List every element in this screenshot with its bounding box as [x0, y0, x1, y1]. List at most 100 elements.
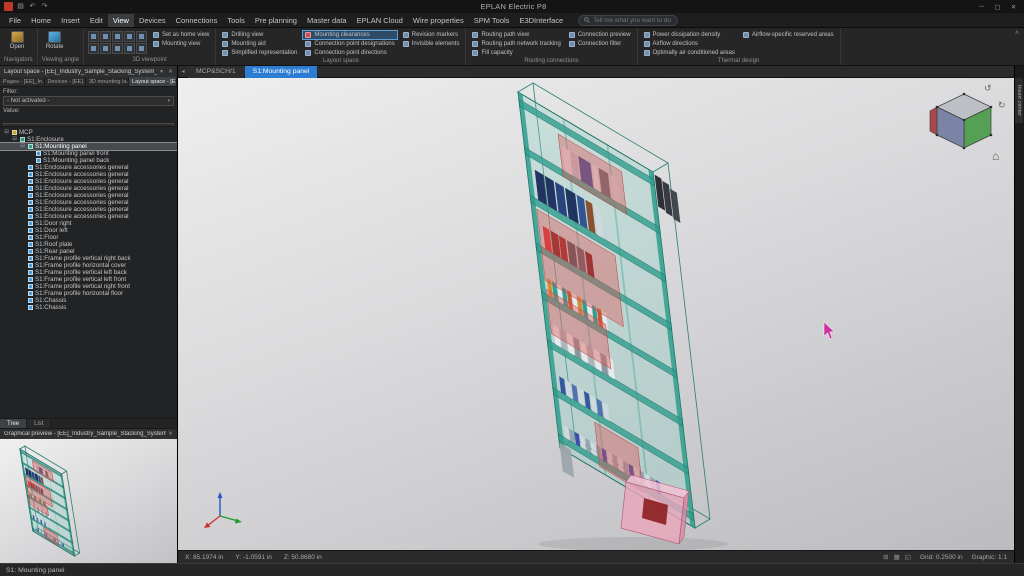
tree-item-s1-rear-panel[interactable]: S1:Rear panel: [0, 248, 177, 255]
save-icon[interactable]: ▤: [16, 2, 25, 11]
viewpoint-back-button[interactable]: [100, 31, 111, 42]
navigator-tab-3d-mounting-la[interactable]: 3D mounting la...: [86, 77, 129, 86]
ribbon-button-routing-path-view[interactable]: Routing path view: [470, 31, 562, 39]
panel-menu-icon[interactable]: ▾: [157, 69, 166, 75]
menu-e3dinterface[interactable]: E3DInterface: [514, 14, 568, 27]
navigator-list-tab[interactable]: List: [27, 419, 51, 428]
viewpoint-left-button[interactable]: [112, 31, 123, 42]
ribbon-button-set-as-home-view[interactable]: Set as home view: [151, 31, 211, 39]
ribbon-button-mounting-aid[interactable]: Mounting aid: [220, 40, 299, 48]
ribbon-button-fill-capacity[interactable]: Fill capacity: [470, 49, 562, 57]
insert-center-tab[interactable]: Insert center: [1015, 78, 1023, 123]
coordinate-input-icon[interactable]: ◱: [905, 553, 911, 561]
close-button[interactable]: ✕: [1006, 3, 1021, 11]
tree-item-s1-enclosure-accessories-general[interactable]: S1:Enclosure accessories general: [0, 213, 177, 220]
viewpoint-bottom-button[interactable]: [88, 43, 99, 54]
tree-item-s1-enclosure[interactable]: ⊟S1:Enclosure: [0, 136, 177, 143]
viewpoint-top-button[interactable]: [136, 31, 147, 42]
collapse-toggle-icon[interactable]: ⊟: [11, 136, 18, 143]
menu-spm-tools[interactable]: SPM Tools: [469, 14, 515, 27]
ribbon-button-airflow-directions[interactable]: Airflow directions: [642, 40, 737, 48]
menu-connections[interactable]: Connections: [171, 14, 223, 27]
document-tab-mcp-sch-1[interactable]: MCP&SCH/1: [188, 66, 244, 78]
tree-item-s1-roof-plate[interactable]: S1:Roof plate: [0, 241, 177, 248]
menu-view[interactable]: View: [108, 14, 134, 27]
document-tab-s1-mounting-panel[interactable]: S1:Mounting panel: [245, 66, 318, 78]
tree-item-s1-enclosure-accessories-general[interactable]: S1:Enclosure accessories general: [0, 185, 177, 192]
ribbon-button-connection-filter[interactable]: Connection filter: [567, 40, 633, 48]
navigator-tab-pages-ee-in[interactable]: Pages - [EE]_In...: [0, 77, 45, 86]
menu-devices[interactable]: Devices: [134, 14, 171, 27]
ribbon-button-drilling-view[interactable]: Drilling view: [220, 31, 299, 39]
viewpoint-iso-front-left-button[interactable]: [100, 43, 111, 54]
menu-insert[interactable]: Insert: [56, 14, 85, 27]
tree-item-s1-frame-profile-vertical-right-back[interactable]: S1:Frame profile vertical right back: [0, 255, 177, 262]
ribbon-button-connection-point-designations[interactable]: Connection point designations: [303, 40, 396, 48]
tree-item-s1-door-left[interactable]: S1:Door left: [0, 227, 177, 234]
tree-item-s1-frame-profile-vertical-left-back[interactable]: S1:Frame profile vertical left back: [0, 269, 177, 276]
tree-item-s1-door-right[interactable]: S1:Door right: [0, 220, 177, 227]
ribbon-button-power-dissipation-density[interactable]: Power dissipation density: [642, 31, 737, 39]
menu-tools[interactable]: Tools: [222, 14, 250, 27]
tree-item-s1-chassis[interactable]: S1:Chassis: [0, 297, 177, 304]
filter-select[interactable]: - Not activated - ▾: [3, 96, 174, 106]
3d-viewport[interactable]: ↺ ↻ ⌂: [178, 78, 1014, 550]
navigator-tab-layout-space-e[interactable]: Layout space - [E...: [129, 77, 177, 86]
ribbon-button-invisible-elements[interactable]: Invisible elements: [401, 40, 462, 48]
menu-file[interactable]: File: [4, 14, 26, 27]
tree-item-s1-enclosure-accessories-general[interactable]: S1:Enclosure accessories general: [0, 192, 177, 199]
tree-item-s1-enclosure-accessories-general[interactable]: S1:Enclosure accessories general: [0, 206, 177, 213]
collapse-ribbon-button[interactable]: ˄: [1010, 28, 1024, 65]
ribbon-button-mounting-view[interactable]: Mounting view: [151, 40, 211, 48]
tree-item-s1-frame-profile-horizontal-floor[interactable]: S1:Frame profile horizontal floor: [0, 290, 177, 297]
ribbon-button-mounting-clearances[interactable]: Mounting clearances: [303, 31, 396, 39]
viewpoint-iso-back-right-button[interactable]: [136, 43, 147, 54]
ribbon-button-revision-markers[interactable]: Revision markers: [401, 31, 462, 39]
navigator-tab-devices-ee[interactable]: Devices - [EE]...: [45, 77, 86, 86]
tree-item-s1-enclosure-accessories-general[interactable]: S1:Enclosure accessories general: [0, 178, 177, 185]
rotate-cw-icon[interactable]: ↻: [998, 100, 1006, 110]
ribbon-button-rotate[interactable]: Rotate: [42, 29, 68, 50]
menu-eplan-cloud[interactable]: EPLAN Cloud: [352, 14, 408, 27]
undo-icon[interactable]: ↶: [28, 2, 37, 11]
grid-size-indicator[interactable]: Grid: 0.2500 in: [920, 554, 963, 561]
view-cube-red-face[interactable]: [930, 107, 937, 135]
tree-item-s1-floor[interactable]: S1:Floor: [0, 234, 177, 241]
3d-viewport-canvas[interactable]: ↺ ↻ ⌂: [178, 78, 1014, 550]
viewpoint-front-button[interactable]: [88, 31, 99, 42]
search-input[interactable]: [593, 17, 672, 24]
ribbon-button-airflow-specific-reserved-areas[interactable]: Airflow-specific reserved areas: [741, 31, 836, 39]
tree-item-s1-frame-profile-vertical-left-front[interactable]: S1:Frame profile vertical left front: [0, 276, 177, 283]
tree-item-s1-mounting-panel-front[interactable]: S1:Mounting panel front: [0, 150, 177, 157]
menu-master-data[interactable]: Master data: [302, 14, 352, 27]
rotate-ccw-icon[interactable]: ↺: [984, 83, 992, 93]
menu-home[interactable]: Home: [26, 14, 56, 27]
panel-close-icon[interactable]: ✕: [166, 69, 175, 75]
preview-close-icon[interactable]: ✕: [166, 431, 175, 437]
tree-item-s1-enclosure-accessories-general[interactable]: S1:Enclosure accessories general: [0, 171, 177, 178]
tree-item-s1-frame-profile-horizontal-cover[interactable]: S1:Frame profile horizontal cover: [0, 262, 177, 269]
snap-to-grid-icon[interactable]: ⊞: [883, 553, 888, 561]
tree-item-s1-enclosure-accessories-general[interactable]: S1:Enclosure accessories general: [0, 164, 177, 171]
ribbon-button-simplified-representation[interactable]: Simplified representation: [220, 49, 299, 57]
ribbon-button-connection-point-directions[interactable]: Connection point directions: [303, 49, 396, 57]
tree-item-s1-enclosure-accessories-general[interactable]: S1:Enclosure accessories general: [0, 199, 177, 206]
home-view-icon[interactable]: ⌂: [992, 149, 999, 163]
tree-item-s1-chassis[interactable]: S1:Chassis: [0, 304, 177, 311]
collapse-toggle-icon[interactable]: ⊟: [3, 129, 10, 136]
ribbon-button-optimally-air-conditioned-areas[interactable]: Optimally air conditioned areas: [642, 49, 737, 57]
menu-edit[interactable]: Edit: [85, 14, 108, 27]
viewpoint-iso-front-right-button[interactable]: [112, 43, 123, 54]
menu-pre-planning[interactable]: Pre planning: [250, 14, 302, 27]
menu-wire-properties[interactable]: Wire properties: [408, 14, 469, 27]
viewpoint-right-button[interactable]: [124, 31, 135, 42]
graphic-scale-indicator[interactable]: Graphic: 1:1: [972, 554, 1007, 561]
viewpoint-iso-back-left-button[interactable]: [124, 43, 135, 54]
navigator-tree-tab[interactable]: Tree: [0, 419, 27, 428]
minimize-button[interactable]: ─: [974, 3, 989, 11]
redo-icon[interactable]: ↷: [40, 2, 49, 11]
collapse-toggle-icon[interactable]: ⊟: [19, 143, 26, 150]
tree-item-s1-frame-profile-vertical-right-front[interactable]: S1:Frame profile vertical right front: [0, 283, 177, 290]
search-box[interactable]: [578, 15, 678, 26]
grid-display-icon[interactable]: ▦: [894, 553, 900, 561]
